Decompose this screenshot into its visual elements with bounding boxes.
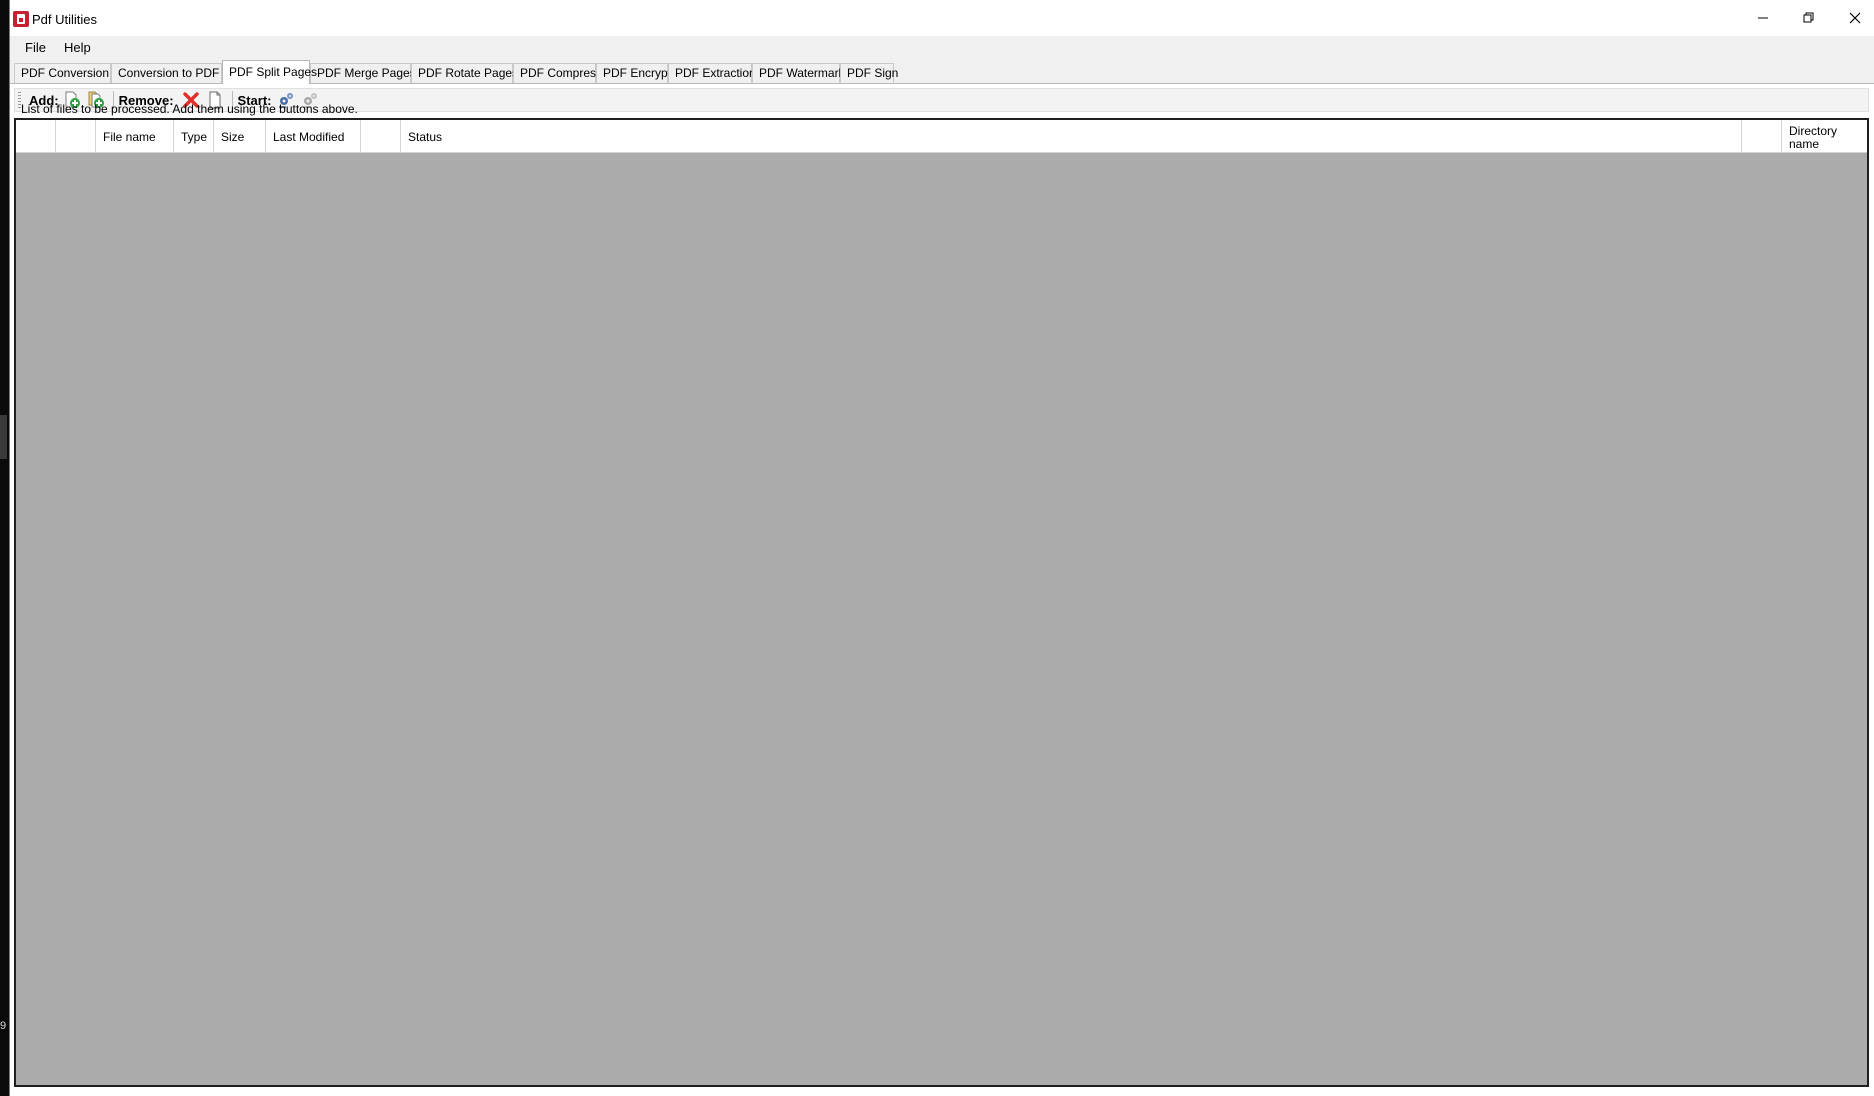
column-header-status[interactable]: Status bbox=[401, 120, 1742, 153]
column-header-icon[interactable] bbox=[56, 120, 96, 153]
menu-file[interactable]: File bbox=[16, 37, 55, 59]
split-pages-panel: Add: Remove: Start: List of files to be … bbox=[10, 83, 1874, 1096]
close-button[interactable] bbox=[1832, 0, 1874, 36]
restore-button[interactable] bbox=[1786, 0, 1832, 36]
file-list-caption: List of files to be processed. Add them … bbox=[21, 102, 358, 116]
tab-pdf-watermark[interactable]: PDF Watermark bbox=[752, 63, 845, 83]
column-header-size[interactable]: Size bbox=[214, 120, 266, 153]
title-bar[interactable]: Pdf Utilities bbox=[10, 0, 1874, 36]
tab-conversion-to-pdf[interactable]: Conversion to PDF bbox=[111, 63, 222, 83]
window-bottom-edge bbox=[10, 1087, 1874, 1096]
desktop-edge-digit: 9 bbox=[0, 1020, 7, 1032]
desktop-edge: 9 bbox=[0, 0, 9, 1096]
column-header-type[interactable]: Type bbox=[174, 120, 214, 153]
tab-pdf-rotate-pages[interactable]: PDF Rotate Pages bbox=[411, 63, 518, 83]
tab-strip: PDF Conversion to Conversion to PDF PDF … bbox=[10, 60, 1874, 84]
column-header-blank[interactable] bbox=[361, 120, 401, 153]
tab-pdf-split-pages[interactable]: PDF Split Pages bbox=[222, 60, 317, 84]
tab-pdf-extraction[interactable]: PDF Extraction bbox=[668, 63, 756, 83]
pdf-app-icon bbox=[13, 11, 29, 27]
minimize-icon bbox=[1758, 17, 1768, 19]
tab-pdf-sign[interactable]: PDF Sign bbox=[840, 63, 898, 83]
app-window: Pdf Utilities File Help PDF Conversion t… bbox=[9, 0, 1874, 1096]
menu-help[interactable]: Help bbox=[55, 37, 100, 59]
column-header-last-modified[interactable]: Last Modified bbox=[266, 120, 361, 153]
column-header-directory-name[interactable]: Directory name bbox=[1782, 120, 1867, 153]
tab-pdf-merge-pages[interactable]: PDF Merge Pages bbox=[310, 63, 416, 83]
restore-icon bbox=[1803, 12, 1814, 23]
desktop-edge-marker bbox=[0, 415, 7, 459]
column-header-file-name[interactable]: File name bbox=[96, 120, 174, 153]
tab-pdf-compress[interactable]: PDF Compress bbox=[513, 63, 602, 83]
file-list-header: File name Type Size Last Modified Status… bbox=[16, 120, 1867, 153]
menu-bar: File Help bbox=[10, 36, 1874, 60]
minimize-button[interactable] bbox=[1740, 0, 1786, 36]
column-header-spacer[interactable] bbox=[1742, 120, 1782, 153]
tab-pdf-encrypt[interactable]: PDF Encrypt bbox=[596, 63, 671, 83]
window-title: Pdf Utilities bbox=[32, 12, 98, 27]
column-header-check[interactable] bbox=[16, 120, 56, 153]
file-list-grid[interactable]: File name Type Size Last Modified Status… bbox=[14, 118, 1869, 1087]
close-icon bbox=[1849, 12, 1861, 24]
tab-pdf-conversion-to[interactable]: PDF Conversion to bbox=[14, 63, 122, 83]
